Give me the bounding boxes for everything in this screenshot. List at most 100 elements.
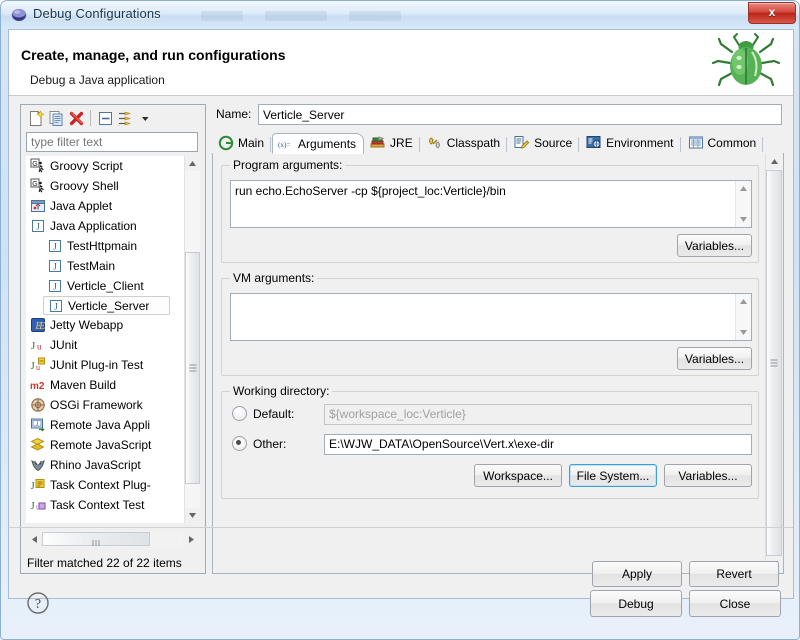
- delete-icon[interactable]: [66, 108, 86, 128]
- default-label: Default:: [253, 406, 295, 421]
- tab-label: Common: [707, 135, 757, 150]
- scroll-down-arrow[interactable]: [736, 325, 751, 340]
- scroll-right-arrow[interactable]: [183, 531, 199, 547]
- scroll-up-arrow[interactable]: [766, 154, 782, 169]
- tab-environment[interactable]: Environment: [580, 132, 681, 153]
- tab-arguments[interactable]: (x)= Arguments: [272, 133, 365, 154]
- rhino-icon: [30, 457, 46, 473]
- jetty-icon: EE: [30, 317, 46, 333]
- debug-button[interactable]: Debug: [590, 590, 682, 617]
- tree-item-container: G Groovy Script G Groovy Shell Java Applet J J…: [26, 156, 187, 515]
- tree-item[interactable]: J Verticle_Client: [26, 276, 187, 296]
- scroll-up-arrow[interactable]: [185, 156, 200, 171]
- scroll-left-arrow[interactable]: [26, 531, 42, 547]
- tree-item[interactable]: Ju JUnit Plug-in Test: [26, 355, 187, 375]
- program-arguments-value[interactable]: run echo.EchoServer -cp ${project_loc:Ve…: [235, 184, 506, 198]
- vm-arguments-variables-button[interactable]: Variables...: [677, 347, 752, 370]
- tree-scrollbar-thumb[interactable]: [185, 252, 200, 484]
- remote-javascript-icon: [30, 437, 46, 453]
- tab-label: Arguments: [298, 136, 357, 151]
- vm-arguments-scrollbar[interactable]: [735, 294, 751, 340]
- svg-text:E: E: [38, 321, 45, 332]
- tab-common[interactable]: Common: [682, 132, 765, 153]
- program-arguments-scrollbar[interactable]: [735, 181, 751, 227]
- close-button[interactable]: Close: [689, 590, 781, 617]
- collapse-all-icon[interactable]: [95, 108, 115, 128]
- osgi-icon: [30, 397, 46, 413]
- svg-text:J: J: [36, 222, 40, 232]
- close-icon: x: [768, 5, 776, 19]
- tab-jre[interactable]: JRE: [364, 132, 421, 153]
- source-tab-icon: [514, 135, 530, 150]
- tree-item[interactable]: J TestHttpmain: [26, 236, 187, 256]
- tree-item[interactable]: J Java Application: [26, 216, 187, 236]
- tree-item[interactable]: Remote JavaScript: [26, 435, 187, 455]
- bug-icon: [709, 32, 783, 94]
- new-launch-configuration-icon[interactable]: [26, 108, 46, 128]
- scroll-down-arrow[interactable]: [736, 212, 751, 227]
- tab-classpath[interactable]: Classpath: [421, 132, 508, 153]
- tree-item[interactable]: Ju Task Context Test: [26, 495, 187, 515]
- configuration-name-input[interactable]: [258, 104, 782, 125]
- other-directory-field[interactable]: E:\WJW_DATA\OpenSource\Vert.x\exe-dir: [324, 434, 752, 455]
- filter-icon[interactable]: [115, 108, 135, 128]
- tab-main[interactable]: Main: [212, 132, 272, 153]
- working-directory-other-row[interactable]: Other:: [232, 436, 286, 451]
- tree-item[interactable]: J TestMain: [26, 256, 187, 276]
- tree-hscrollbar-thumb[interactable]: [42, 532, 150, 546]
- tree-item[interactable]: G Groovy Shell: [26, 176, 187, 196]
- java-launch-icon: J: [47, 238, 63, 254]
- scroll-up-arrow[interactable]: [736, 294, 751, 309]
- page-vertical-scrollbar[interactable]: [765, 154, 782, 571]
- svg-text:J: J: [31, 500, 36, 512]
- default-radio[interactable]: [232, 406, 247, 421]
- tab-label: Environment: [606, 135, 674, 150]
- tree-item[interactable]: J Verticle_Server: [43, 296, 170, 315]
- scroll-up-arrow[interactable]: [736, 181, 751, 196]
- chevron-down-icon[interactable]: [135, 108, 155, 128]
- working-directory-default-row[interactable]: Default:: [232, 406, 294, 421]
- tree-horizontal-scrollbar[interactable]: [26, 531, 199, 547]
- tree-item[interactable]: G Groovy Script: [26, 156, 187, 176]
- common-tab-icon: [688, 136, 704, 150]
- arguments-tab-page: Program arguments: run echo.EchoServer -…: [212, 153, 784, 574]
- svg-text:J: J: [31, 360, 36, 372]
- duplicate-icon[interactable]: [46, 108, 66, 128]
- help-icon[interactable]: ?: [26, 591, 50, 615]
- tree-vertical-scrollbar[interactable]: [184, 156, 200, 523]
- page-scrollbar-thumb[interactable]: [766, 170, 782, 556]
- program-arguments-label: Program arguments:: [230, 158, 346, 172]
- arguments-tab-icon: (x)=: [278, 137, 294, 151]
- tree-item[interactable]: m2 Maven Build: [26, 375, 187, 395]
- tree-item[interactable]: Ju JUnit: [26, 335, 187, 355]
- search-input[interactable]: [26, 132, 198, 152]
- window-close-button[interactable]: x: [748, 2, 796, 24]
- other-radio[interactable]: [232, 436, 247, 451]
- tree-item[interactable]: J Remote Java Appli: [26, 415, 187, 435]
- tab-label: Classpath: [446, 135, 501, 150]
- tree-item[interactable]: E E Jetty Webapp: [26, 315, 187, 335]
- configurations-tree[interactable]: G Groovy Script G Groovy Shell Java Applet J J…: [26, 156, 199, 523]
- page-description: Debug a Java application: [30, 73, 165, 87]
- tree-item[interactable]: J Task Context Plug-: [26, 475, 187, 495]
- tree-item-label: Remote JavaScript: [50, 438, 152, 452]
- program-arguments-variables-button[interactable]: Variables...: [677, 234, 752, 257]
- tab-source[interactable]: Source: [508, 132, 580, 153]
- dialog-footer: ? Debug Close: [8, 581, 794, 633]
- filter-status-label: Filter matched 22 of 22 items: [27, 556, 182, 570]
- workspace-button[interactable]: Workspace...: [474, 464, 562, 487]
- tree-item-label: JUnit: [50, 338, 78, 352]
- tree-item[interactable]: OSGi Framework: [26, 395, 187, 415]
- groovy-shell-icon: G: [30, 178, 46, 194]
- tree-item[interactable]: Java Applet: [26, 196, 187, 216]
- working-directory-label: Working directory:: [230, 384, 333, 398]
- tab-label: Source: [534, 135, 573, 150]
- tree-item-label: Maven Build: [50, 378, 117, 392]
- tree-item-label: Jetty Webapp: [50, 318, 124, 332]
- variables-button[interactable]: Variables...: [664, 464, 752, 487]
- background-window-ghost: [201, 11, 501, 25]
- scroll-down-arrow[interactable]: [185, 508, 200, 523]
- dialog-client-area: Create, manage, and run configurations D…: [8, 29, 794, 599]
- tree-item[interactable]: Rhino JavaScript: [26, 455, 187, 475]
- file-system-button[interactable]: File System...: [569, 464, 657, 487]
